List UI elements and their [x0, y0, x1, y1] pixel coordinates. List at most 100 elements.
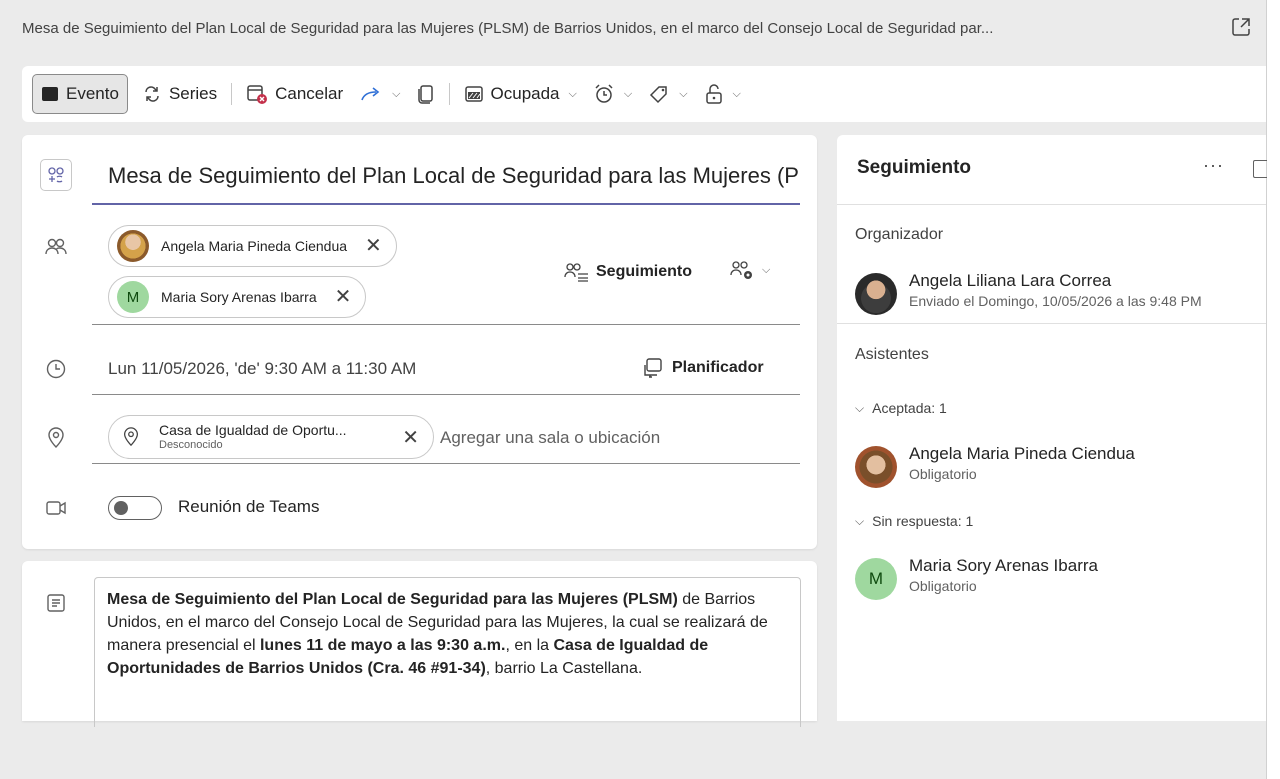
- attendee-role: Obligatorio: [909, 466, 977, 482]
- accepted-group-toggle[interactable]: ⌵ Aceptada: 1: [855, 400, 947, 416]
- tracking-button[interactable]: Seguimiento: [564, 261, 692, 283]
- busy-status-dropdown[interactable]: Ocupada ⌵: [456, 74, 585, 114]
- location-name: Casa de Igualdad de Oportu...: [159, 422, 347, 439]
- reminder-dropdown[interactable]: ⌵: [585, 74, 640, 114]
- accepted-group-label: Aceptada: 1: [872, 400, 947, 416]
- description-card: Mesa de Seguimiento del Plan Local de Se…: [22, 561, 817, 727]
- description-text: , barrio La Castellana.: [485, 660, 643, 677]
- noresponse-group-toggle[interactable]: ⌵ Sin respuesta: 1: [855, 513, 973, 529]
- organizer-name: Angela Liliana Lara Correa: [909, 271, 1112, 290]
- tracking-label: Seguimiento: [596, 263, 693, 280]
- title-bar: Mesa de Seguimiento del Plan Local de Se…: [0, 0, 1266, 56]
- toggle-knob: [114, 501, 128, 515]
- location-input[interactable]: Agregar una sala o ubicación: [440, 428, 660, 448]
- event-button[interactable]: Evento: [32, 74, 128, 114]
- chevron-down-icon: ⌵: [623, 87, 633, 100]
- attendees-label: Asistentes: [855, 346, 929, 363]
- location-status: Desconocido: [159, 438, 223, 451]
- attendee-name: Maria Sory Arenas Ibarra: [161, 289, 317, 305]
- calendar-event-window: Mesa de Seguimiento del Plan Local de Se…: [0, 0, 1280, 779]
- divider: [92, 463, 800, 464]
- toolbar: Evento Series Cancelar ⌵ Ocupada ⌵ ⌵ ⌵ ⌵: [22, 66, 1266, 122]
- remove-icon[interactable]: ✕: [335, 287, 352, 307]
- series-label: Series: [168, 84, 218, 103]
- avatar: M: [855, 558, 897, 600]
- event-datetime[interactable]: Lun 11/05/2026, 'de' 9:30 AM a 11:30 AM: [108, 359, 416, 379]
- person-info: Angela Maria Pineda Ciendua Obligatorio: [909, 444, 1135, 482]
- subject-icon[interactable]: [40, 159, 72, 191]
- alarm-icon: [595, 84, 613, 103]
- clock-icon: [44, 357, 68, 381]
- notes-icon: [44, 591, 68, 615]
- chevron-down-icon: ⌵: [732, 87, 741, 100]
- chevron-down-icon: ⌵: [762, 263, 771, 276]
- copy-button[interactable]: [409, 74, 443, 114]
- chevron-down-icon: ⌵: [392, 87, 401, 100]
- category-dropdown[interactable]: ⌵: [640, 74, 695, 114]
- event-label: Evento: [66, 84, 119, 103]
- calendar-icon: [42, 87, 58, 101]
- busy-status-icon: [464, 86, 483, 102]
- attendee-name: Maria Sory Arenas Ibarra: [909, 556, 1098, 575]
- teams-meeting-toggle[interactable]: [108, 496, 162, 520]
- location-chip[interactable]: Casa de Igualdad de Oportu... Desconocid…: [108, 415, 434, 459]
- divider: [837, 323, 1266, 324]
- avatar: M: [117, 281, 149, 313]
- description-bold-title: Mesa de Seguimiento del Plan Local de Se…: [107, 591, 678, 608]
- scheduler-label: Planificador: [672, 359, 764, 376]
- copy-icon: [417, 85, 433, 104]
- avatar: [117, 230, 149, 262]
- divider: [92, 394, 800, 395]
- lock-open-icon: [705, 84, 722, 104]
- subject-underline: [92, 203, 800, 205]
- collapse-panel-icon[interactable]: [1253, 160, 1267, 178]
- attendee-chip[interactable]: M Maria Sory Arenas Ibarra ✕: [108, 276, 367, 318]
- toolbar-area: Evento Series Cancelar ⌵ Ocupada ⌵ ⌵ ⌵ ⌵: [0, 56, 1266, 129]
- panel-title: Seguimiento: [857, 157, 972, 178]
- cancel-button[interactable]: Cancelar: [238, 74, 351, 114]
- video-icon: [44, 496, 68, 520]
- chevron-down-icon: ⌵: [568, 87, 577, 100]
- attendee-role: Obligatorio: [909, 578, 977, 594]
- scheduler-button[interactable]: Planificador: [642, 357, 764, 379]
- attendee-item[interactable]: Angela Maria Pineda Ciendua Obligatorio: [855, 444, 1135, 488]
- chevron-down-icon: ⌵: [855, 513, 865, 528]
- divider: [448, 83, 450, 105]
- tag-icon: [650, 86, 667, 104]
- subject-input[interactable]: Mesa de Seguimiento del Plan Local de Se…: [108, 163, 800, 189]
- attendees-list-icon: [564, 263, 588, 282]
- window-edge: [1266, 0, 1280, 779]
- popout-icon[interactable]: [1230, 16, 1252, 38]
- event-details-card: Mesa de Seguimiento del Plan Local de Se…: [22, 135, 817, 549]
- location-icon: [44, 426, 68, 450]
- organizer-label: Organizador: [855, 226, 944, 243]
- remove-location-icon[interactable]: ✕: [402, 425, 419, 450]
- attendee-name: Angela Maria Pineda Ciendua: [909, 444, 1135, 463]
- attendee-chip[interactable]: Angela Maria Pineda Ciendua ✕: [108, 225, 397, 267]
- series-button[interactable]: Series: [134, 74, 225, 114]
- teams-meeting-label: Reunión de Teams: [178, 497, 320, 516]
- chevron-down-icon: ⌵: [679, 87, 688, 100]
- attendee-item[interactable]: M Maria Sory Arenas Ibarra Obligatorio: [855, 556, 1098, 600]
- forward-icon: [361, 87, 380, 101]
- location-pin-icon: [123, 427, 139, 447]
- more-options-icon[interactable]: ···: [1203, 155, 1224, 176]
- cancel-label: Cancelar: [275, 84, 344, 103]
- noresponse-group-label: Sin respuesta: 1: [872, 513, 974, 529]
- repeat-icon: [145, 86, 159, 102]
- cancel-event-icon: [247, 85, 268, 104]
- person-info: Maria Sory Arenas Ibarra Obligatorio: [909, 556, 1098, 594]
- avatar: [855, 273, 897, 315]
- people-settings-icon: [730, 261, 752, 279]
- description-text: , en la: [505, 637, 554, 654]
- attendee-name: Angela Maria Pineda Ciendua: [161, 238, 348, 254]
- busy-status-label: Ocupada: [490, 84, 560, 103]
- window-title: Mesa de Seguimiento del Plan Local de Se…: [22, 19, 994, 37]
- description-editor[interactable]: Mesa de Seguimiento del Plan Local de Se…: [94, 577, 801, 727]
- forward-button[interactable]: ⌵: [351, 74, 408, 114]
- organizer-item[interactable]: Angela Liliana Lara Correa Enviado el Do…: [855, 271, 1202, 315]
- privacy-dropdown[interactable]: ⌵: [696, 74, 749, 114]
- remove-icon[interactable]: ✕: [365, 236, 382, 256]
- attendee-options-button[interactable]: ⌵: [730, 259, 770, 281]
- emoji-icon: [48, 167, 64, 183]
